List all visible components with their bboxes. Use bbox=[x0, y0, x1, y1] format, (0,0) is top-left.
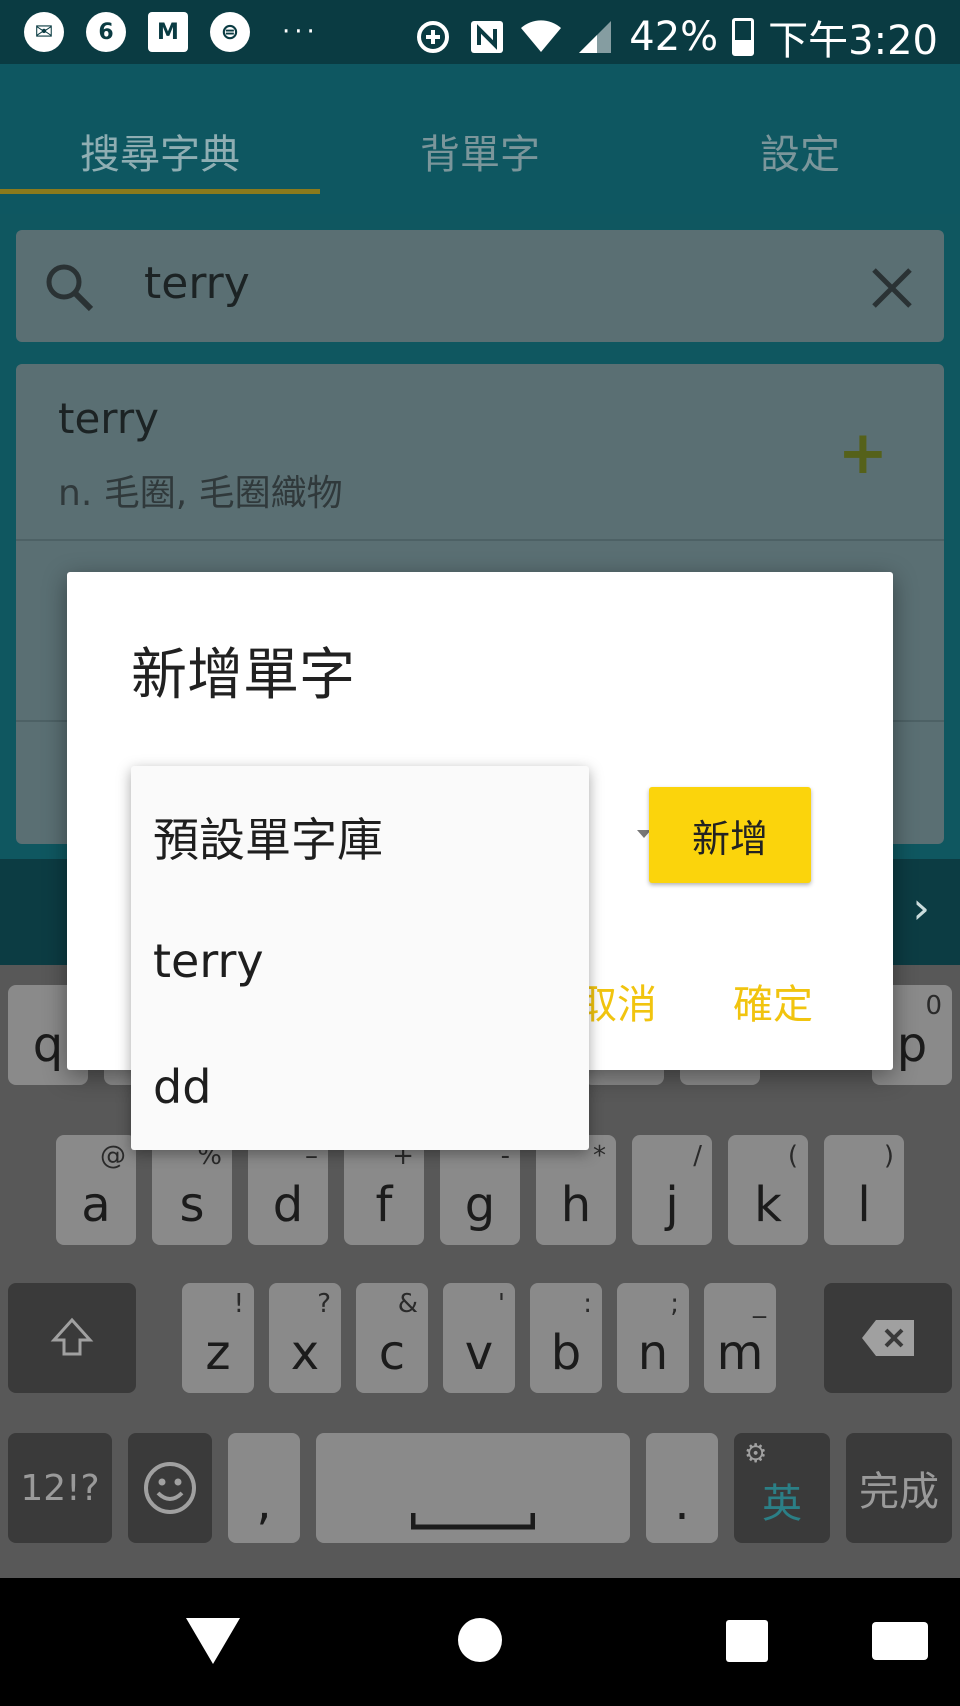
key-x[interactable]: ? x bbox=[269, 1283, 341, 1393]
emoji-icon bbox=[144, 1462, 196, 1514]
backspace-icon bbox=[862, 1320, 914, 1356]
confirm-button[interactable]: 確定 bbox=[733, 972, 813, 1030]
signal-icon bbox=[575, 17, 615, 57]
backspace-key[interactable] bbox=[824, 1283, 952, 1393]
search-bar[interactable]: terry bbox=[16, 230, 944, 342]
tab-memorize-words[interactable]: 背單字 bbox=[320, 122, 640, 180]
result-word[interactable]: terry bbox=[58, 394, 159, 443]
gear-icon: ⚙ bbox=[744, 1439, 768, 1469]
list-divider bbox=[16, 539, 944, 541]
search-icon bbox=[46, 264, 94, 312]
battery-icon bbox=[732, 18, 755, 56]
symbols-key[interactable]: 12!? bbox=[8, 1433, 112, 1543]
done-key[interactable]: 完成 bbox=[846, 1433, 952, 1543]
messenger-icon: ✉ bbox=[24, 12, 64, 52]
key-c[interactable]: & c bbox=[356, 1283, 428, 1393]
status-bar: ✉ 6 M ⊜ ··· 42% 下午3:20 bbox=[0, 0, 960, 64]
recent-apps-icon[interactable] bbox=[726, 1620, 768, 1662]
wifi-icon bbox=[521, 17, 562, 57]
key-z[interactable]: ! z bbox=[182, 1283, 254, 1393]
key-a[interactable]: @ a bbox=[56, 1135, 136, 1245]
keyboard-switch-icon[interactable] bbox=[872, 1622, 928, 1660]
key-d[interactable]: – d bbox=[248, 1135, 328, 1245]
system-nav-bar bbox=[0, 1578, 960, 1706]
language-key[interactable]: ⚙ 英 bbox=[734, 1433, 830, 1543]
tab-search-dictionary[interactable]: 搜尋字典 bbox=[0, 122, 320, 180]
key-f[interactable]: + f bbox=[344, 1135, 424, 1245]
add-word-icon[interactable]: + bbox=[838, 418, 888, 488]
clear-search-icon[interactable] bbox=[870, 266, 914, 310]
battery-percent: 42% bbox=[629, 14, 719, 60]
key-g[interactable]: -g bbox=[440, 1135, 520, 1245]
overflow-notifications-icon: ··· bbox=[282, 17, 319, 47]
key-m[interactable]: _ m bbox=[704, 1283, 776, 1393]
home-icon[interactable] bbox=[458, 1618, 502, 1662]
result-definition: n. 毛圈, 毛圈織物 bbox=[58, 473, 343, 514]
chevron-right-icon[interactable]: › bbox=[912, 883, 930, 934]
key-n[interactable]: ; n bbox=[617, 1283, 689, 1393]
emoji-key[interactable] bbox=[128, 1433, 212, 1543]
wordbook-dropdown-menu: 預設單字庫 terry dd bbox=[131, 766, 589, 1150]
period-key[interactable]: . bbox=[646, 1433, 718, 1543]
space-key[interactable] bbox=[316, 1433, 630, 1543]
dropdown-option[interactable]: 預設單字庫 bbox=[153, 804, 383, 870]
key-k[interactable]: (k bbox=[728, 1135, 808, 1245]
comma-key[interactable]: , bbox=[228, 1433, 300, 1543]
dropdown-option[interactable]: terry bbox=[153, 934, 264, 988]
app-6-icon: 6 bbox=[86, 12, 126, 52]
shift-key[interactable] bbox=[8, 1283, 136, 1393]
tab-settings[interactable]: 設定 bbox=[640, 122, 960, 180]
back-icon[interactable] bbox=[186, 1618, 240, 1664]
key-b[interactable]: :b bbox=[530, 1283, 602, 1393]
clock: 下午3:20 bbox=[768, 18, 938, 64]
data-saver-icon bbox=[413, 17, 453, 57]
dialog-title: 新增單字 bbox=[131, 643, 355, 708]
active-tab-indicator bbox=[0, 189, 320, 194]
key-s[interactable]: % s bbox=[152, 1135, 232, 1245]
shift-arrow-icon bbox=[50, 1317, 94, 1356]
space-bar-icon bbox=[411, 1513, 535, 1530]
cancel-button[interactable]: 取消 bbox=[577, 972, 657, 1030]
add-button[interactable]: 新增 bbox=[649, 787, 811, 883]
mcdonalds-icon: M bbox=[148, 12, 188, 52]
key-h[interactable]: * h bbox=[536, 1135, 616, 1245]
key-l[interactable]: ) l bbox=[824, 1135, 904, 1245]
key-j[interactable]: / j bbox=[632, 1135, 712, 1245]
app-bar: 搜尋字典 背單字 設定 bbox=[0, 64, 960, 214]
key-v[interactable]: ' v bbox=[443, 1283, 515, 1393]
transit-icon: ⊜ bbox=[210, 12, 250, 52]
dropdown-option[interactable]: dd bbox=[153, 1060, 211, 1114]
search-input[interactable]: terry bbox=[144, 258, 250, 309]
nfc-icon bbox=[467, 17, 507, 57]
